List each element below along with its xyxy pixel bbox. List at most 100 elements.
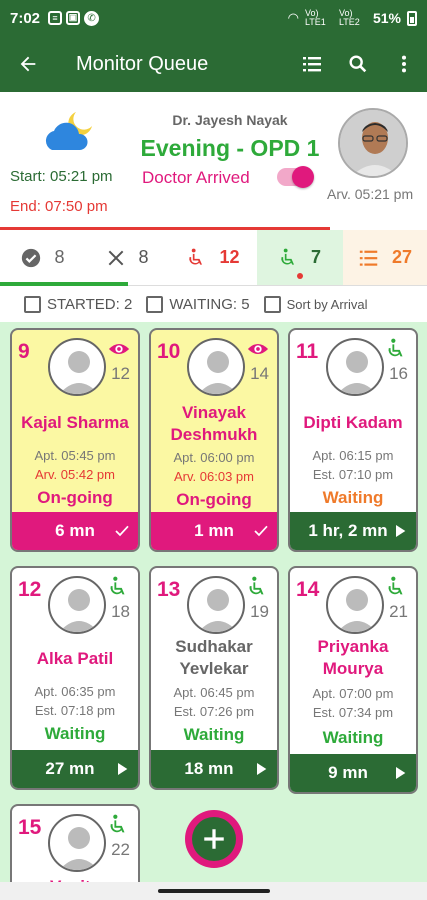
duration-bar[interactable]: 27 mn <box>12 750 138 788</box>
duration-bar[interactable]: 6 mn <box>12 512 138 550</box>
duration-bar[interactable]: 9 mn <box>290 754 416 792</box>
patient-name: Vinayak <box>182 403 246 422</box>
patient-status: Waiting <box>322 728 384 747</box>
appointment-time: Apt. 05:45 pm <box>34 448 116 463</box>
person-icon <box>59 827 99 870</box>
duration-label: 6 mn <box>55 521 95 540</box>
home-gesture-handle[interactable] <box>158 889 270 893</box>
patient-card[interactable]: 11 16 Dipti Kadam Apt. 06:15 pm Est. 07:… <box>288 328 418 552</box>
search-button[interactable] <box>335 36 381 92</box>
duration-bar[interactable]: 1 hr, 2 mn <box>290 512 416 550</box>
wifi-icon: ◠ <box>287 10 299 25</box>
estimated-time: Est. 07:18 pm <box>34 703 116 718</box>
duration-label: 9 mn <box>328 763 368 782</box>
more-options-button[interactable] <box>381 36 427 92</box>
patient-name: Kajal Sharma <box>21 413 129 432</box>
token-number: 14 <box>296 578 320 601</box>
page-title: Monitor Queue <box>76 52 209 75</box>
eye-icon <box>247 343 269 355</box>
appointment-time: Apt. 06:35 pm <box>34 684 116 699</box>
person-icon <box>59 351 99 394</box>
status-bar: 7:02 ≡ ▣ ✆ ◠ Vo) LTE1 Vo) LTE2 51% <box>0 0 427 36</box>
avatar <box>48 814 106 872</box>
back-button[interactable] <box>0 36 56 92</box>
check-circle-icon <box>22 248 41 267</box>
token-number: 12 <box>18 578 42 601</box>
list-view-button[interactable] <box>289 36 335 92</box>
patient-status: Waiting <box>44 724 106 743</box>
signal-icon: Vo) LTE1 <box>304 8 326 27</box>
waiting-filter-label: WAITING: 5 <box>169 295 250 313</box>
visit-count: 14 <box>250 364 269 383</box>
tab-cancelled[interactable]: 8 <box>85 230 170 285</box>
avatar <box>326 576 384 634</box>
token-number: 9 <box>18 340 30 363</box>
play-icon <box>396 767 406 779</box>
clock: 7:02 <box>10 9 41 27</box>
play-icon <box>257 763 267 775</box>
wheelchair-icon <box>388 576 403 595</box>
gallery-icon: ▣ <box>66 10 81 25</box>
doctor-name: Dr. Jayesh Nayak <box>172 112 288 128</box>
doctor-arrived-toggle[interactable] <box>277 166 314 188</box>
tab-all[interactable]: 27 <box>343 230 427 285</box>
patient-card[interactable]: 12 18 Alka Patil Apt. 06:35 pm Est. 07:1… <box>10 566 140 790</box>
wheelchair-icon <box>110 576 125 595</box>
patient-card[interactable]: 14 21 Priyanka Mourya Apt. 07:00 pm Est.… <box>288 566 418 794</box>
appointment-time: Apt. 06:15 pm <box>312 448 394 463</box>
doctor-avatar <box>338 108 408 178</box>
patient-card[interactable]: 15 22 Vanita <box>10 804 140 888</box>
person-icon <box>198 351 238 394</box>
play-icon <box>396 525 406 537</box>
patient-name-line2: Mourya <box>322 659 384 678</box>
more-vert-icon <box>401 55 407 73</box>
filter-bar: STARTED: 2 WAITING: 5 Sort by Arrival <box>0 286 427 322</box>
check-icon <box>115 525 129 537</box>
wheelchair-icon <box>189 248 203 265</box>
fab-inner <box>192 817 236 861</box>
patient-status: On-going <box>37 488 113 507</box>
started-filter-checkbox[interactable]: STARTED: 2 <box>24 295 132 313</box>
patient-name-line2: Deshmukh <box>170 425 258 444</box>
tab-completed[interactable]: 8 <box>0 230 85 285</box>
tab-absent[interactable]: 12 <box>170 230 257 285</box>
wheelchair-icon <box>388 338 403 357</box>
patient-card[interactable]: 9 12 Kajal Sharma Apt. 05:45 pm Arv. 05:… <box>10 328 140 552</box>
app-bar: Monitor Queue <box>0 36 427 92</box>
person-icon <box>337 589 377 632</box>
wheelchair-icon <box>249 576 264 595</box>
checkbox-icon <box>146 295 164 313</box>
visit-count: 22 <box>111 840 130 859</box>
patient-name: Priyanka <box>317 637 389 656</box>
list-icon <box>359 250 378 266</box>
patient-name: Sudhakar <box>175 637 253 656</box>
duration-bar[interactable]: 18 mn <box>151 750 277 788</box>
duration-bar[interactable]: 1 mn <box>151 512 277 550</box>
toggle-knob <box>292 166 314 188</box>
person-icon <box>59 589 99 632</box>
patient-card[interactable]: 13 19 Sudhakar Yevlekar Apt. 06:45 pm Es… <box>149 566 279 790</box>
checkbox-icon <box>24 295 41 313</box>
wheelchair-icon <box>281 248 294 265</box>
notification-icons: ≡ ▣ ✆ <box>48 10 100 26</box>
tab-count: 12 <box>219 247 240 267</box>
session-end-time: End: 07:50 pm <box>10 198 108 215</box>
close-icon <box>109 250 124 265</box>
appointment-time: Apt. 07:00 pm <box>312 686 394 701</box>
doctor-status: Doctor Arrived <box>142 168 250 187</box>
arrow-left-icon <box>20 56 36 72</box>
duration-label: 1 mn <box>194 521 234 540</box>
patient-card[interactable]: 10 14 Vinayak Deshmukh Apt. 06:00 pm Arv… <box>149 328 279 552</box>
add-patient-button[interactable] <box>185 810 243 868</box>
tab-count: 27 <box>391 247 413 267</box>
tab-indicator-dot <box>297 273 303 279</box>
avatar <box>326 338 384 396</box>
person-icon <box>198 589 238 632</box>
system-nav-bar <box>0 882 427 900</box>
sort-by-arrival-checkbox[interactable]: Sort by Arrival <box>263 295 368 313</box>
estimated-time: Est. 07:10 pm <box>312 467 394 482</box>
tab-present[interactable]: 7 <box>257 230 343 285</box>
waiting-filter-checkbox[interactable]: WAITING: 5 <box>146 295 250 313</box>
tab-count: 8 <box>138 247 149 267</box>
checkbox-icon <box>263 295 281 313</box>
